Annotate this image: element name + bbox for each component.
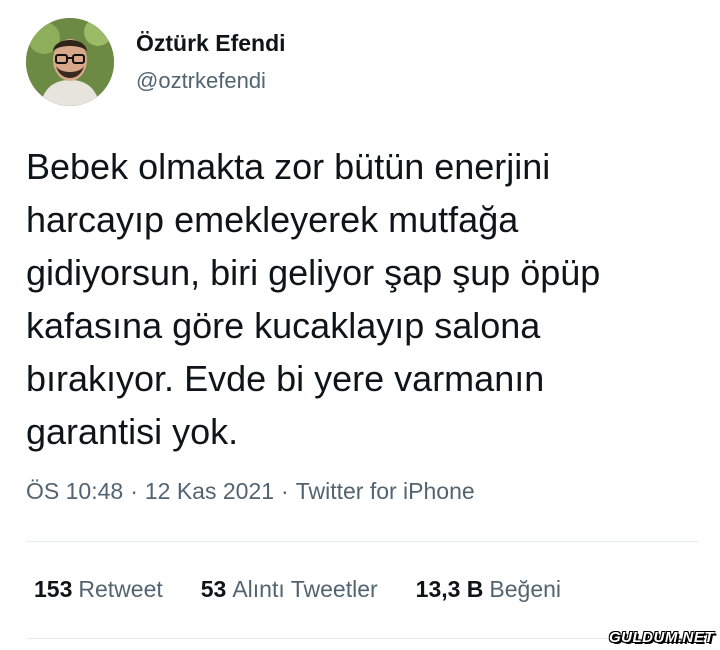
likes-stat[interactable]: 13,3 B Beğeni — [416, 576, 561, 603]
quotes-count: 53 — [200, 576, 227, 602]
tweet-text-line: Bebek olmakta zor bütün enerjini — [26, 146, 551, 187]
likes-label: Beğeni — [489, 576, 562, 602]
likes-count: 13,3 B — [415, 576, 484, 602]
tweet-text: Bebek olmakta zor bütün enerjini harcayı… — [26, 140, 686, 458]
engagement-stats: 153 Retweet 53 Alıntı Tweetler 13,3 B Beğen… — [34, 576, 599, 603]
tweet-source[interactable]: Twitter for iPhone — [296, 478, 475, 504]
tweet-text-line: gidiyorsun, biri geliyor şap şup öpüp — [26, 252, 601, 293]
author-display-name[interactable]: Öztürk Efendi — [136, 30, 286, 57]
quotes-stat[interactable]: 53 Alıntı Tweetler — [201, 576, 378, 603]
meta-separator: · — [281, 478, 289, 504]
quotes-label: Alıntı Tweetler — [232, 576, 378, 602]
avatar-image — [26, 18, 114, 106]
divider — [26, 541, 698, 542]
watermark-logo: GULDUM.NET — [609, 629, 714, 646]
tweet-metadata: ÖS 10:48 · 12 Kas 2021 · Twitter for iPhone — [26, 478, 475, 505]
tweet-time[interactable]: ÖS 10:48 — [26, 478, 123, 504]
divider — [26, 638, 698, 639]
tweet-text-line: bırakıyor. Evde bi yere varmanın — [26, 358, 545, 399]
retweets-label: Retweet — [78, 576, 163, 602]
tweet-text-line: garantisi yok. — [26, 411, 239, 452]
tweet-text-line: harcayıp emekleyerek mutfağa — [26, 199, 519, 240]
tweet-text-line: kafasına göre kucaklayıp salona — [26, 305, 541, 346]
retweets-count: 153 — [34, 576, 73, 602]
tweet-date[interactable]: 12 Kas 2021 — [145, 478, 274, 504]
avatar[interactable] — [26, 18, 114, 106]
retweets-stat[interactable]: 153 Retweet — [34, 576, 163, 603]
meta-separator: · — [130, 478, 138, 504]
author-handle[interactable]: @oztrkefendi — [136, 68, 266, 94]
